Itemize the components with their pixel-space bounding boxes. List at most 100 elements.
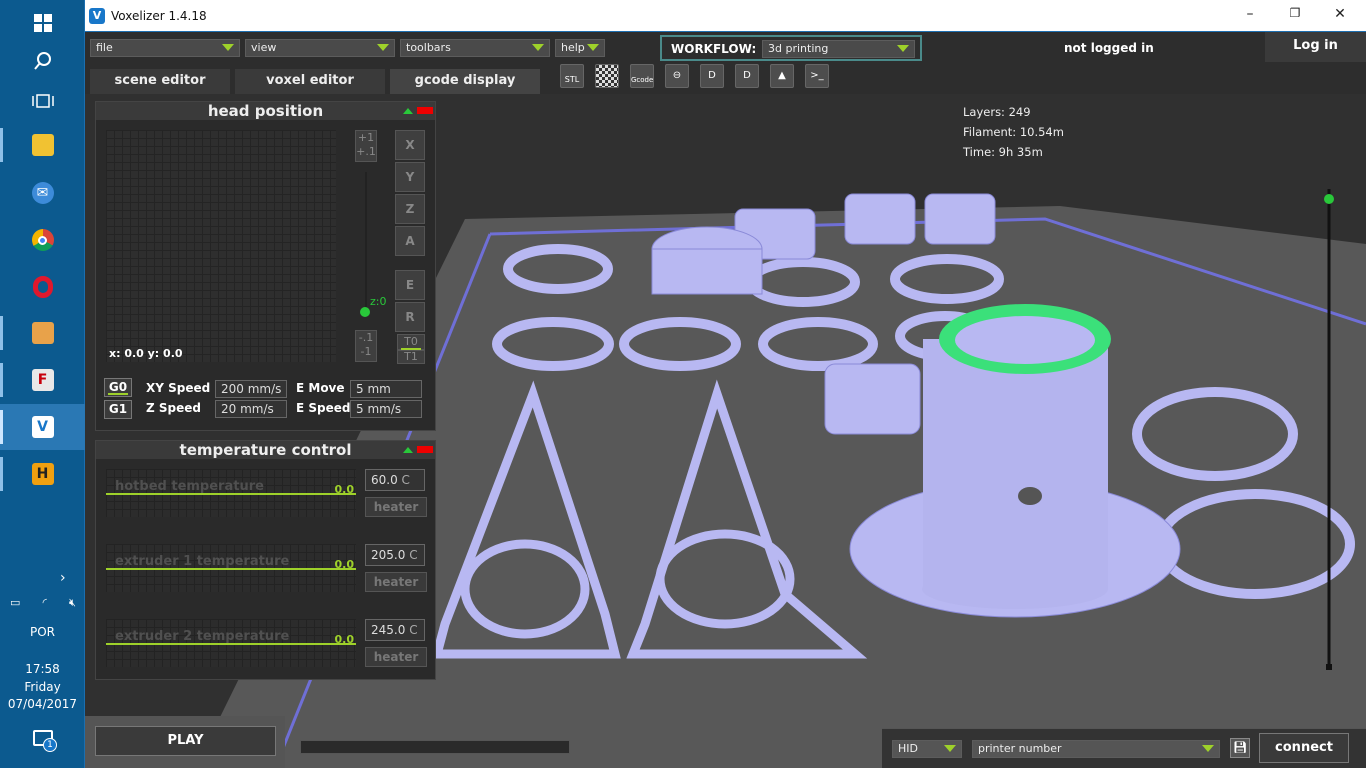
extrude-d-icon[interactable]: D: [700, 64, 724, 88]
z-speed-input[interactable]: 20 mm/s: [215, 400, 287, 418]
extruder-1-heater-button[interactable]: heater: [365, 572, 427, 592]
clock-time[interactable]: 17:58: [0, 662, 85, 676]
home-a-button[interactable]: A: [395, 226, 425, 256]
e-move-input[interactable]: 5 mm: [350, 380, 422, 398]
progress-bar: [300, 740, 570, 754]
file-explorer-icon: [31, 134, 54, 156]
save-icon[interactable]: 💾︎: [1230, 738, 1250, 758]
z-down-buttons[interactable]: -.1 -1: [355, 330, 377, 362]
stl-label: STL: [564, 75, 580, 84]
language-indicator[interactable]: POR: [0, 625, 85, 639]
home-x-button[interactable]: X: [395, 130, 425, 160]
window-title: Voxelizer 1.4.18: [111, 9, 207, 23]
tower-part: [923, 339, 1108, 589]
extruder-2-setpoint-input[interactable]: 245.0 C: [365, 619, 425, 641]
extruder-1-setpoint-unit: C: [409, 548, 418, 562]
taskbar-app-installer[interactable]: [0, 310, 85, 356]
close-button[interactable]: ✕: [1325, 6, 1355, 26]
taskbar-voxelizer[interactable]: V: [0, 404, 85, 450]
taskbar-opera[interactable]: [0, 264, 85, 310]
g0-button[interactable]: G0: [104, 378, 132, 397]
extrude-d2-icon[interactable]: D: [735, 64, 759, 88]
z-slider-handle[interactable]: [360, 307, 370, 317]
workflow-dropdown[interactable]: 3d printing: [762, 40, 915, 58]
temperature-control-title: temperature control: [179, 441, 352, 459]
home-z-button[interactable]: Z: [395, 194, 425, 224]
slice-triangle-icon[interactable]: ▲: [770, 64, 794, 88]
interface-dropdown[interactable]: HID: [892, 740, 962, 758]
hotbed-temperature-label: hotbed temperature: [115, 479, 264, 494]
chevron-down-icon: [377, 44, 389, 51]
printer-number-placeholder: printer number: [978, 742, 1062, 755]
extruder-1-setpoint-input[interactable]: 205.0 C: [365, 544, 425, 566]
chevron-down-icon: [944, 745, 956, 752]
cylinder-part: [651, 248, 763, 295]
e-speed-input[interactable]: 5 mm/s: [350, 400, 422, 418]
close-panel-icon[interactable]: [417, 107, 433, 114]
file-menu[interactable]: file: [90, 39, 240, 57]
taskbar-thunderbird[interactable]: ✉: [0, 170, 85, 216]
view-menu[interactable]: view: [245, 39, 395, 57]
g1-button[interactable]: G1: [104, 400, 132, 419]
import-stl-button[interactable]: STL: [560, 64, 584, 88]
restore-button[interactable]: ❐: [1280, 6, 1310, 26]
task-view-button[interactable]: [0, 78, 85, 124]
clock-day[interactable]: Friday: [0, 680, 85, 694]
gcode-3d-viewport[interactable]: Layers: 249 Filament: 10.54m Time: 9h 35…: [85, 94, 1366, 768]
wifi-icon[interactable]: ◜: [43, 596, 47, 610]
help-menu-label: help: [561, 41, 585, 54]
printer-head-icon[interactable]: ⊖: [665, 64, 689, 88]
action-center-icon[interactable]: 1: [33, 730, 57, 752]
login-button[interactable]: Log in: [1265, 32, 1366, 62]
import-gcode-button[interactable]: Gcode: [630, 64, 654, 88]
taskbar-h-app[interactable]: H: [0, 451, 85, 497]
tab-voxel-editor[interactable]: voxel editor: [235, 69, 385, 94]
windows-taskbar: ✉ F V H › ▭ ◜ 🔇︎ POR 17:58 Friday 07/04/20…: [0, 0, 85, 768]
connect-button[interactable]: connect: [1259, 733, 1349, 763]
clock-date[interactable]: 07/04/2017: [0, 697, 85, 711]
chevron-down-icon: [897, 45, 909, 52]
taskbar-file-explorer[interactable]: [0, 122, 85, 168]
z-up-buttons[interactable]: +1 +.1: [355, 130, 377, 162]
hotbed-setpoint-input[interactable]: 60.0 C: [365, 469, 425, 491]
collapse-up-icon[interactable]: [403, 108, 413, 114]
layer-slider-handle[interactable]: [1324, 194, 1334, 204]
play-button[interactable]: PLAY: [95, 726, 276, 756]
show-hidden-icons-chevron-icon[interactable]: ›: [60, 570, 66, 586]
z-slider-track[interactable]: [365, 172, 367, 312]
battery-icon[interactable]: ▭: [10, 596, 20, 610]
xy-speed-input[interactable]: 200 mm/s: [215, 380, 287, 398]
taskbar-chrome[interactable]: [0, 217, 85, 263]
gcode-label: Gcode: [631, 76, 654, 84]
workflow-selector: WORKFLOW: 3d printing: [660, 35, 922, 61]
minimize-button[interactable]: –: [1235, 6, 1265, 26]
extruder-1-temperature-graph: extruder 1 temperature 0.0: [106, 544, 356, 592]
e-move-label: E Move: [296, 381, 345, 395]
help-menu[interactable]: help: [555, 39, 605, 57]
tool-t0-button[interactable]: T0: [397, 334, 425, 350]
close-panel-icon[interactable]: [417, 446, 433, 453]
hotbed-heater-button[interactable]: heater: [365, 497, 427, 517]
extruder-2-temperature-graph: extruder 2 temperature 0.0: [106, 619, 356, 667]
extruder-2-setpoint-unit: C: [409, 623, 418, 637]
extrude-e-button[interactable]: E: [395, 270, 425, 300]
tab-scene-editor[interactable]: scene editor: [90, 69, 230, 94]
xy-jog-grid[interactable]: [106, 130, 336, 362]
volume-muted-icon[interactable]: 🔇︎: [69, 596, 76, 610]
tab-gcode-display[interactable]: gcode display: [390, 69, 540, 94]
app-icon: V: [89, 8, 105, 24]
tool-t1-button[interactable]: T1: [397, 350, 425, 364]
toolbars-menu[interactable]: toolbars: [400, 39, 550, 57]
taskbar-filezilla[interactable]: F: [0, 357, 85, 403]
hotbed-setpoint-value: 60.0: [371, 473, 398, 487]
search-icon: [33, 52, 51, 70]
retract-r-button[interactable]: R: [395, 302, 425, 332]
home-y-button[interactable]: Y: [395, 162, 425, 192]
terminal-icon[interactable]: >_: [805, 64, 829, 88]
extruder-2-heater-button[interactable]: heater: [365, 647, 427, 667]
chevron-down-icon: [222, 44, 234, 51]
collapse-up-icon[interactable]: [403, 447, 413, 453]
chevron-down-icon: [532, 44, 544, 51]
checker-texture-icon[interactable]: [595, 64, 619, 88]
printer-number-dropdown[interactable]: printer number: [972, 740, 1220, 758]
